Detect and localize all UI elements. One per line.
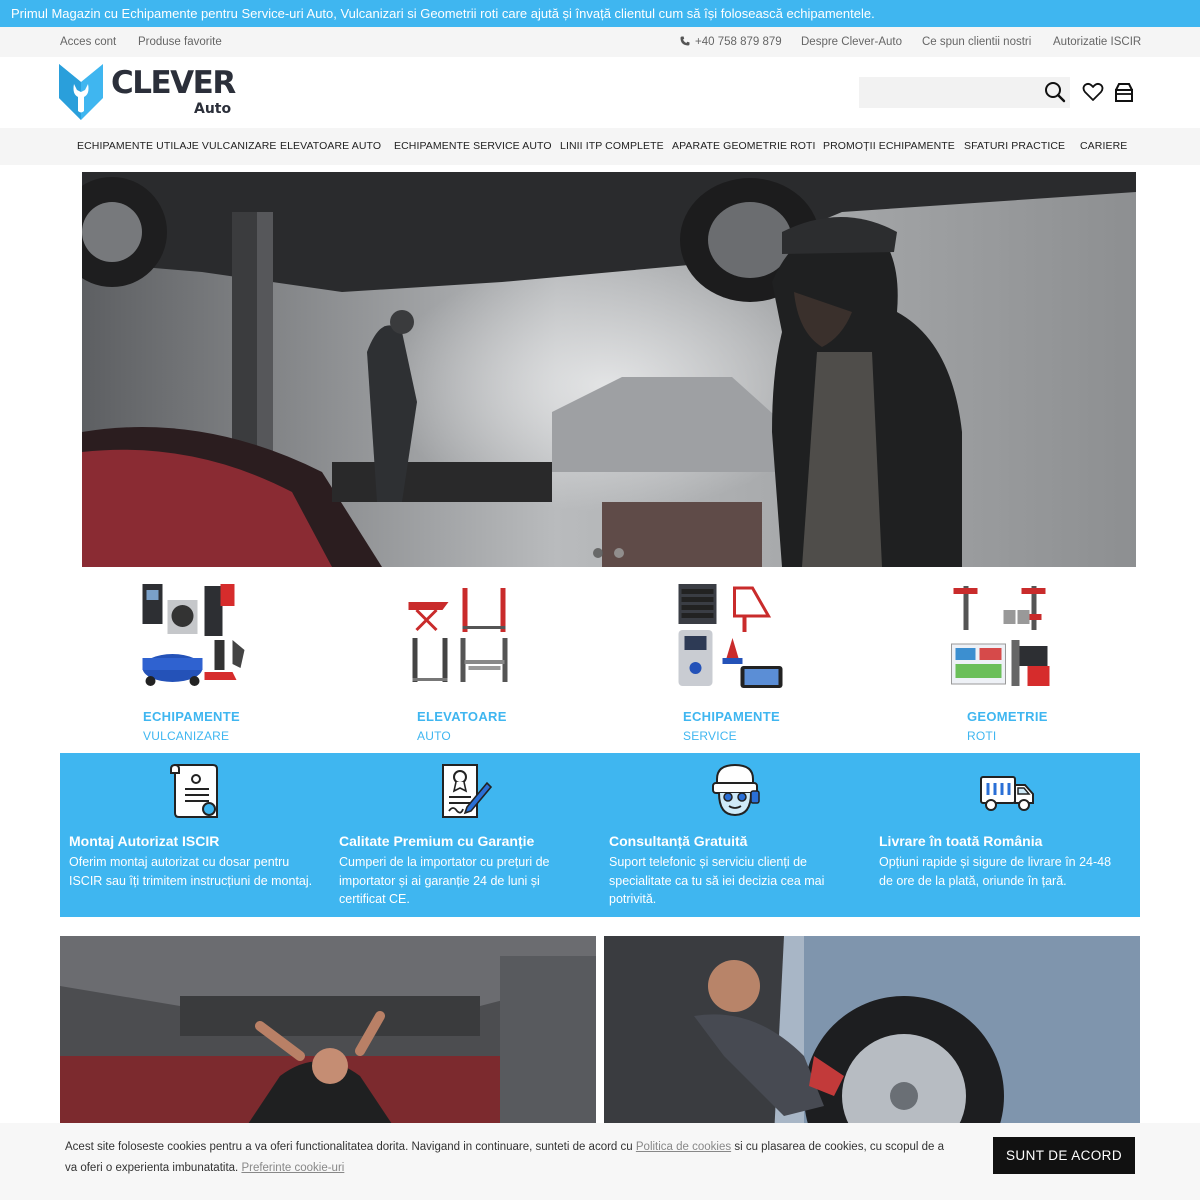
utility-bar: Acces cont Produse favorite +40 758 879 … [0, 27, 1200, 57]
category-title: ELEVATOARE [417, 709, 507, 724]
category-title: GEOMETRIE [967, 709, 1048, 724]
logo[interactable]: CLEVER Auto [59, 64, 236, 122]
main-nav: ECHIPAMENTE UTILAJE VULCANIZARE ELEVATOA… [0, 128, 1200, 165]
category-tile-elevatoare[interactable]: ELEVATOARE AUTO [340, 580, 580, 750]
about-link[interactable]: Despre Clever-Auto [801, 36, 902, 48]
promo-banner-service[interactable] [60, 936, 596, 1136]
feature-quality: Calitate Premium cu Garanție Cumperi de … [330, 753, 600, 917]
nav-item-promotii[interactable]: PROMOȚII ECHIPAMENTE [823, 140, 955, 152]
nav-item-geometrie[interactable]: APARATE GEOMETRIE ROTI [672, 140, 816, 152]
feature-description: Opțiuni rapide și sigure de livrare în 2… [879, 855, 1112, 888]
phone-link[interactable]: +40 758 879 879 [680, 36, 782, 48]
document-icon [170, 763, 218, 818]
alignment-equipment-image [951, 586, 1050, 686]
cookie-policy-link[interactable]: Politica de cookies [636, 1141, 731, 1153]
cookie-message: Acest site foloseste cookies pentru a va… [65, 1137, 945, 1179]
wrench-shield-icon [59, 64, 103, 120]
nav-item-elevatoare[interactable]: ELEVATOARE AUTO [280, 140, 381, 152]
cookie-preferences-link[interactable]: Preferinte cookie-uri [241, 1162, 344, 1174]
nav-item-itp[interactable]: LINII ITP COMPLETE [560, 140, 664, 152]
category-subtitle: VULCANIZARE [143, 729, 230, 743]
accept-cookies-button[interactable]: SUNT DE ACORD [993, 1137, 1135, 1174]
header: CLEVER Auto [0, 57, 1200, 128]
bag-icon[interactable] [1113, 81, 1135, 103]
search-input[interactable] [859, 77, 1070, 108]
support-agent-icon [712, 763, 760, 817]
category-subtitle: AUTO [417, 729, 451, 743]
category-subtitle: SERVICE [683, 729, 737, 743]
promo-image-tire-change [604, 936, 1140, 1136]
slider-dot-2[interactable] [614, 548, 624, 558]
nav-item-cariere[interactable]: CARIERE [1080, 140, 1127, 152]
nav-item-vulcanizare[interactable]: ECHIPAMENTE UTILAJE VULCANIZARE [77, 140, 277, 152]
nav-item-service[interactable]: ECHIPAMENTE SERVICE AUTO [394, 140, 552, 152]
feature-iscir: Montaj Autorizat ISCIR Oferim montaj aut… [60, 753, 330, 917]
truck-icon [980, 776, 1034, 811]
category-tile-geometrie[interactable]: GEOMETRIE ROTI [885, 580, 1125, 750]
hero-slider[interactable] [82, 172, 1136, 567]
feature-description: Suport telefonic și serviciu clienți de … [609, 855, 825, 906]
announcement-bar: Primul Magazin cu Echipamente pentru Ser… [0, 0, 1200, 27]
hero-image [82, 172, 1136, 567]
feature-title: Calitate Premium cu Garanție [339, 833, 535, 849]
features-strip: Montaj Autorizat ISCIR Oferim montaj aut… [60, 753, 1140, 917]
phone-icon [680, 36, 690, 46]
service-equipment-image [678, 584, 783, 688]
tire-equipment-image [142, 584, 245, 686]
category-subtitle: ROTI [967, 729, 997, 743]
heart-icon[interactable] [1082, 81, 1104, 103]
feature-title: Montaj Autorizat ISCIR [69, 833, 220, 849]
feature-title: Consultanță Gratuită [609, 833, 748, 849]
logo-subtitle: Auto [194, 101, 232, 117]
testimonials-link[interactable]: Ce spun clientii nostri [922, 36, 1031, 48]
cookie-text: Acest site foloseste cookies pentru a va… [65, 1141, 636, 1153]
favorites-link[interactable]: Produse favorite [138, 36, 222, 48]
logo-name: CLEVER [111, 65, 236, 101]
promo-image-mechanic-under-car [60, 936, 596, 1136]
phone-number: +40 758 879 879 [695, 36, 782, 48]
feature-title: Livrare în toată România [879, 833, 1043, 849]
feature-description: Oferim montaj autorizat cu dosar pentru … [69, 855, 313, 888]
feature-description: Cumperi de la importator cu prețuri de i… [339, 855, 550, 906]
certificate-icon [442, 764, 493, 818]
category-tile-service[interactable]: ECHIPAMENTE SERVICE [610, 580, 850, 750]
lift-equipment-image [408, 588, 508, 682]
feature-consulting: Consultanță Gratuită Suport telefonic și… [600, 753, 870, 917]
feature-delivery: Livrare în toată România Opțiuni rapide … [870, 753, 1140, 917]
search-icon[interactable] [1044, 81, 1066, 103]
account-link[interactable]: Acces cont [60, 36, 116, 48]
iscir-link[interactable]: Autorizatie ISCIR [1053, 36, 1141, 48]
category-title: ECHIPAMENTE [683, 709, 780, 724]
category-title: ECHIPAMENTE [143, 709, 240, 724]
slider-dot-1[interactable] [593, 548, 603, 558]
category-tile-vulcanizare[interactable]: ECHIPAMENTE VULCANIZARE [70, 580, 310, 750]
nav-item-sfaturi[interactable]: SFATURI PRACTICE [964, 140, 1065, 152]
promo-banner-tires[interactable] [604, 936, 1140, 1136]
cookie-bar: Acest site foloseste cookies pentru a va… [0, 1123, 1200, 1200]
